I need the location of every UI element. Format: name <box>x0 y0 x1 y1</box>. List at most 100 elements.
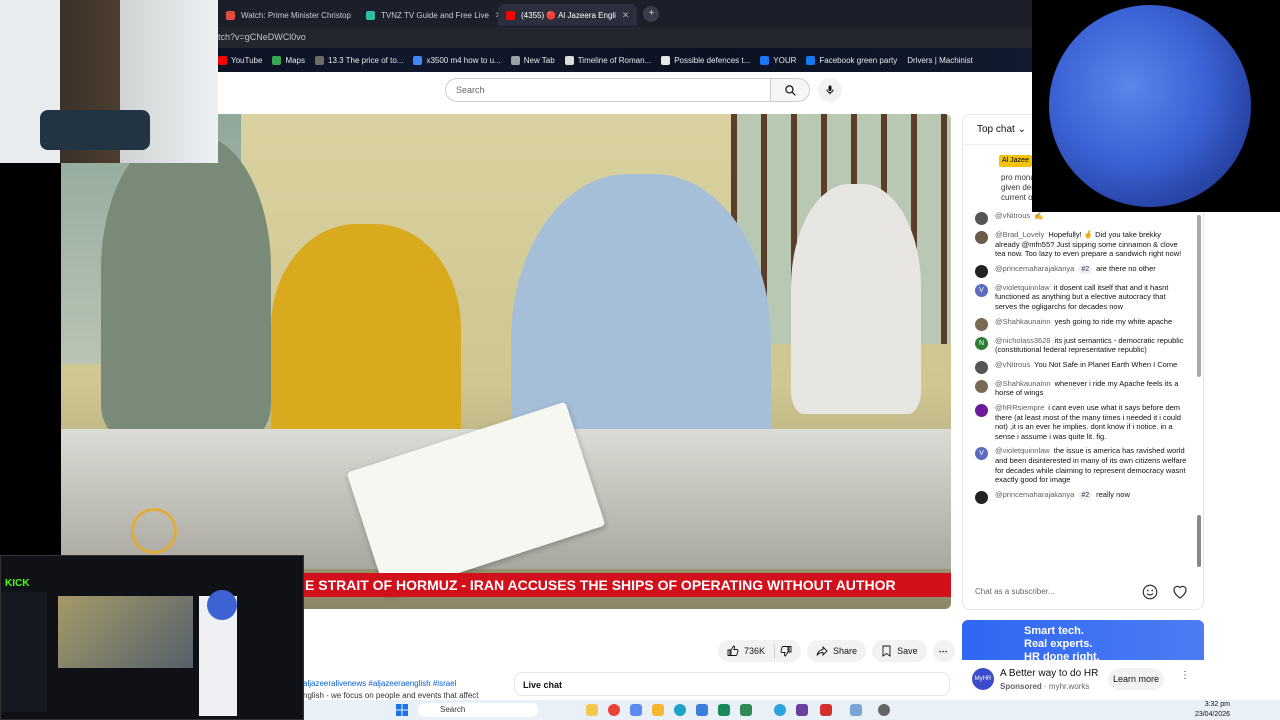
mail-icon[interactable] <box>696 704 708 716</box>
app-icon[interactable] <box>630 704 642 716</box>
bookmark-label: New Tab <box>523 55 555 65</box>
ad-more-icon[interactable]: ⋮ <box>1180 670 1190 681</box>
share-icon <box>816 645 828 657</box>
tab-label: (4355) 🔴 Al Jazeera Engli <box>521 10 616 20</box>
live-chat-toggle[interactable]: Live chat <box>514 672 950 696</box>
chat-text: are there no other <box>1096 263 1156 273</box>
bookmark-drivers[interactable]: Drivers | Machinist <box>907 56 973 65</box>
search-input[interactable]: Search <box>445 78 771 102</box>
app-icon[interactable] <box>740 704 752 716</box>
search-button[interactable] <box>770 78 810 102</box>
app-icon[interactable] <box>820 704 832 716</box>
settings-icon[interactable] <box>878 704 890 716</box>
chat-author[interactable]: @Brad_Lovely <box>995 230 1044 239</box>
chat-input[interactable]: Chat as a subscriber... <box>975 581 1143 603</box>
bookmark-price[interactable]: 13.3 The price of to... <box>315 55 403 65</box>
heart-icon[interactable] <box>1171 583 1189 601</box>
chat-message: @hRRsiempre i cant even use what it says … <box>975 403 1187 441</box>
more-actions-button[interactable]: ⋯ <box>932 640 955 662</box>
pinned-author-badge: Al Jazee <box>999 155 1032 167</box>
chat-author[interactable]: @hRRsiempre <box>995 403 1044 412</box>
chat-scrollbar[interactable] <box>1197 215 1201 377</box>
folder-icon[interactable] <box>652 704 664 716</box>
chat-author[interactable]: @nicholass3628 <box>995 336 1051 345</box>
new-tab-button[interactable]: + <box>643 5 660 22</box>
chat-avatar[interactable] <box>975 231 988 244</box>
chat-author[interactable]: @princemaharajakanya <box>995 490 1074 499</box>
chat-author[interactable]: @vNitrous <box>995 211 1030 220</box>
preview-video <box>58 596 193 668</box>
app-icon[interactable] <box>850 704 862 716</box>
bookmark-your[interactable]: YOUR <box>760 55 796 65</box>
webcam-overlay <box>0 0 218 163</box>
chat-avatar[interactable] <box>975 212 988 225</box>
chat-author[interactable]: @violetquinnlaw <box>995 446 1050 455</box>
chat-message-body: @violetquinnlaw it dosent call itself tha… <box>995 283 1187 312</box>
bookmark-defences[interactable]: Possible defences t... <box>661 55 750 65</box>
chat-avatar[interactable]: N <box>975 336 988 350</box>
save-label: Save <box>897 646 918 656</box>
left-black-bar <box>0 163 61 555</box>
tab-prime-minister[interactable]: Watch: Prime Minister Christop ✕ <box>218 4 358 26</box>
clock-time: 3:32 pm <box>1204 701 1230 708</box>
windows-start-icon[interactable] <box>396 704 408 716</box>
bookmark-facebook-green[interactable]: Facebook green party <box>806 55 897 65</box>
bookmark-maps[interactable]: Maps <box>272 55 305 65</box>
video-description[interactable]: aljazeeralivenews #aljazeeraenglish #isr… <box>303 678 499 702</box>
neptune-image <box>1049 5 1251 207</box>
ad-title[interactable]: A Better way to do HR <box>1000 668 1098 679</box>
sponsored-label: Sponsored <box>1000 682 1042 691</box>
save-button[interactable]: Save <box>872 640 927 662</box>
share-button[interactable]: Share <box>807 640 867 662</box>
video-player[interactable]: E STRAIT OF HORMUZ - IRAN ACCUSES THE SH… <box>61 114 951 609</box>
thumbs-up-icon <box>727 645 739 656</box>
facebook-icon <box>806 55 816 65</box>
tab-close-icon[interactable]: ✕ <box>622 10 630 21</box>
ad-domain: · myhr.works <box>1044 682 1090 691</box>
chat-author[interactable]: @princemaharajakanya <box>995 264 1074 273</box>
chat-author[interactable]: @Shahkaunainn <box>995 379 1051 388</box>
description-hashtags[interactable]: aljazeeralivenews #aljazeeraenglish #isr… <box>303 678 499 690</box>
edge-icon[interactable] <box>674 704 686 716</box>
bookmark-youtube[interactable]: YouTube <box>218 55 262 65</box>
emoji-icon[interactable] <box>1141 583 1159 601</box>
chat-avatar[interactable]: V <box>975 283 988 297</box>
store-icon[interactable] <box>718 704 730 716</box>
bookmark-new-tab[interactable]: New Tab <box>510 55 555 65</box>
bookmark-timeline[interactable]: Timeline of Roman... <box>564 55 651 65</box>
taskbar-search[interactable]: Search <box>418 703 538 717</box>
tab-label: TVNZ TV Guide and Free Live <box>381 10 489 20</box>
chat-avatar[interactable]: V <box>975 447 988 461</box>
chat-avatar[interactable] <box>975 317 988 331</box>
ad-banner[interactable]: Smart tech. Real experts. HR done right. <box>962 620 1204 663</box>
tab-al-jazeera[interactable]: (4355) 🔴 Al Jazeera Engli ✕ <box>498 4 638 26</box>
chat-message-body: @violetquinnlaw the issue is america has … <box>995 446 1187 484</box>
taskbar-clock[interactable]: 3:32 pm 23/04/2026 <box>1170 700 1230 720</box>
chat-avatar[interactable] <box>975 403 988 417</box>
learn-more-button[interactable]: Learn more <box>1108 668 1164 690</box>
chat-avatar[interactable] <box>975 379 988 393</box>
chat-text: ✍️ <box>1034 211 1044 220</box>
chat-text: yesh going to ride my white apache <box>1054 316 1173 326</box>
chat-message-body: @Brad_Lovely Hopefully! 🤞 Did you take br… <box>995 230 1187 259</box>
tab-tvnz[interactable]: TVNZ TV Guide and Free Live ✕ <box>358 4 498 26</box>
file-explorer-icon[interactable] <box>586 704 598 716</box>
chat-author[interactable]: @Shahkaunainn <box>995 317 1051 326</box>
member-badge: #2 <box>1078 264 1093 275</box>
voice-search-button[interactable] <box>818 78 842 102</box>
chat-avatar[interactable] <box>975 490 988 504</box>
chrome-icon[interactable] <box>608 704 620 716</box>
obs-icon[interactable] <box>796 704 808 716</box>
like-button[interactable]: 736K <box>718 640 802 662</box>
tab-label: Watch: Prime Minister Christop <box>241 10 351 20</box>
bookmark-x3500[interactable]: x3500 m4 how to u... <box>413 55 501 65</box>
telegram-icon[interactable] <box>774 704 786 716</box>
thumbs-down-icon[interactable] <box>780 645 792 657</box>
chat-author[interactable]: @violetquinnlaw <box>995 283 1050 292</box>
chat-avatar[interactable] <box>975 360 988 374</box>
chat-author[interactable]: @vNitrous <box>995 360 1030 369</box>
chat-message: @princemaharajakanya #2 really now <box>975 490 1187 504</box>
chat-scrollbar-thumb[interactable] <box>1197 515 1201 567</box>
chat-message-body: @Shahkaunainn yesh going to ride my white… <box>995 317 1172 331</box>
chat-avatar[interactable] <box>975 264 988 278</box>
